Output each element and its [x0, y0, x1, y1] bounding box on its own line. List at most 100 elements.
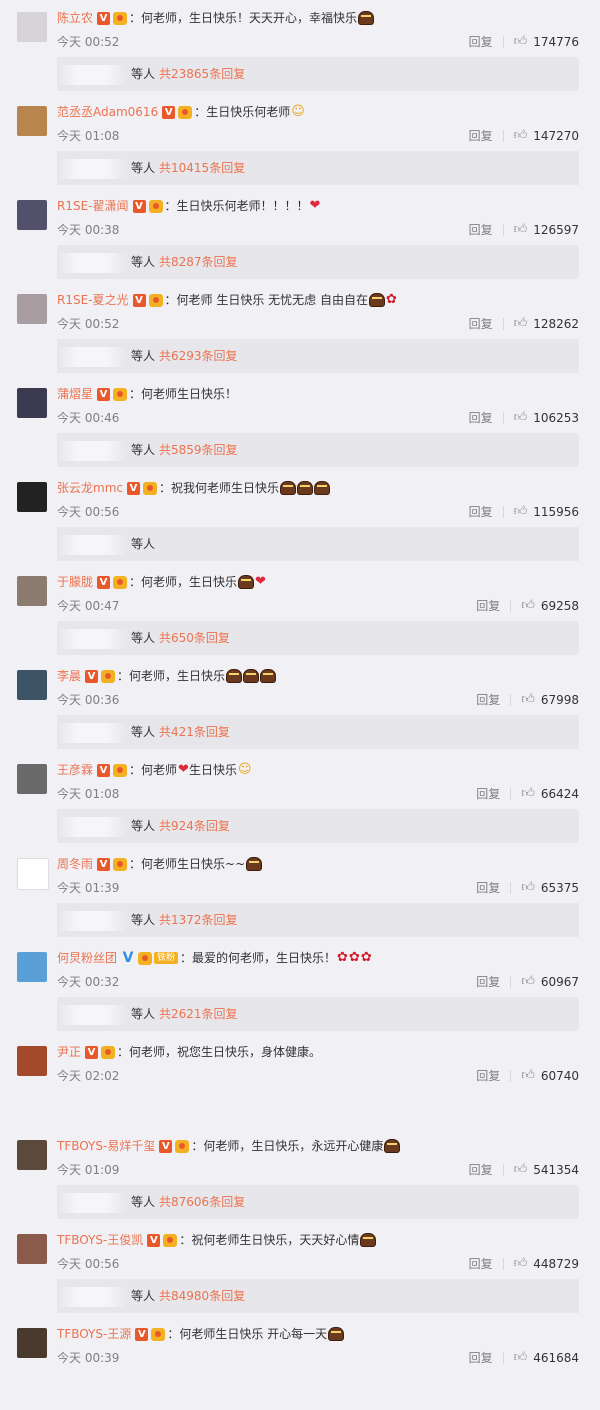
- total-replies-link[interactable]: 共924条回复: [159, 819, 230, 833]
- total-replies-link[interactable]: 共84980条回复: [159, 1289, 245, 1303]
- member-crown-icon: [113, 387, 128, 401]
- reply-button[interactable]: 回复: [469, 315, 493, 332]
- total-replies-link[interactable]: 共421条回复: [159, 725, 230, 739]
- blurred-replier-names: [57, 1286, 127, 1307]
- total-replies-link[interactable]: 共1372条回复: [159, 913, 238, 927]
- comment-actions: 回复 👍︎ 461684: [469, 1349, 579, 1366]
- reply-button[interactable]: 回复: [476, 597, 500, 614]
- like-thumb-icon[interactable]: 👍︎: [521, 598, 535, 613]
- reply-summary-bar[interactable]: 等人 共650条回复: [57, 621, 579, 655]
- reply-summary-bar[interactable]: 等人 共8287条回复: [57, 245, 579, 279]
- like-thumb-icon[interactable]: 👍︎: [521, 1068, 535, 1083]
- like-thumb-icon[interactable]: 👍︎: [514, 1350, 528, 1365]
- total-replies-link[interactable]: 共2621条回复: [159, 1007, 238, 1021]
- total-replies-link[interactable]: 共6293条回复: [159, 349, 238, 363]
- comment-actions: 回复 👍︎ 60740: [476, 1067, 579, 1084]
- reply-summary-bar[interactable]: 等人 共1372条回复: [57, 903, 579, 937]
- verified-icon: V: [132, 293, 146, 307]
- username-link[interactable]: 何炅粉丝团: [57, 949, 117, 967]
- user-avatar[interactable]: [17, 858, 49, 890]
- user-avatar[interactable]: [17, 576, 47, 606]
- reply-summary-bar[interactable]: 等人 共5859条回复: [57, 433, 579, 467]
- username-link[interactable]: 于朦胧: [57, 573, 93, 591]
- reply-summary-bar[interactable]: 等人 共10415条回复: [57, 151, 579, 185]
- user-avatar[interactable]: [17, 106, 47, 136]
- like-thumb-icon[interactable]: 👍︎: [521, 880, 535, 895]
- user-avatar[interactable]: [17, 200, 47, 230]
- user-avatar[interactable]: [17, 670, 47, 700]
- user-avatar[interactable]: [17, 294, 47, 324]
- username-link[interactable]: 李晨: [57, 667, 81, 685]
- member-crown-icon: [175, 1139, 190, 1153]
- reply-button[interactable]: 回复: [469, 127, 493, 144]
- like-thumb-icon[interactable]: 👍︎: [514, 34, 528, 49]
- username-link[interactable]: TFBOYS-易烊千玺: [57, 1137, 155, 1155]
- user-avatar[interactable]: [17, 952, 47, 982]
- total-replies-link[interactable]: 共87606条回复: [159, 1195, 245, 1209]
- user-avatar[interactable]: [17, 482, 47, 512]
- like-thumb-icon[interactable]: 👍︎: [514, 128, 528, 143]
- total-replies-link[interactable]: 共5859条回复: [159, 443, 238, 457]
- user-avatar[interactable]: [17, 12, 47, 42]
- reply-button[interactable]: 回复: [476, 973, 500, 990]
- like-thumb-icon[interactable]: 👍︎: [514, 410, 528, 425]
- like-thumb-icon[interactable]: 👍︎: [514, 1162, 528, 1177]
- reply-button[interactable]: 回复: [476, 691, 500, 708]
- comment-item: TFBOYS-王源 V ：何老师生日快乐 开心每一天 今天 00:39 回复 👍︎ 4616…: [0, 1316, 600, 1410]
- reply-button[interactable]: 回复: [476, 879, 500, 896]
- username-link[interactable]: 陈立农: [57, 9, 93, 27]
- username-link[interactable]: TFBOYS-王源: [57, 1325, 131, 1343]
- total-replies-link[interactable]: 共23865条回复: [159, 67, 245, 81]
- like-count: 126597: [533, 222, 579, 237]
- reply-summary-bar[interactable]: 等人 共2621条回复: [57, 997, 579, 1031]
- username-link[interactable]: 范丞丞Adam0616: [57, 103, 158, 121]
- reply-summary-bar[interactable]: 等人: [57, 527, 579, 561]
- comment-item: 尹正 V ：何老师，祝您生日快乐，身体健康。 今天 02:02 回复 👍︎ 60740: [0, 1034, 600, 1128]
- user-avatar[interactable]: [17, 1046, 47, 1076]
- username-link[interactable]: 王彦霖: [57, 761, 93, 779]
- blurred-replier-names: [57, 910, 127, 931]
- reply-button[interactable]: 回复: [469, 1161, 493, 1178]
- user-avatar[interactable]: [17, 1234, 47, 1264]
- like-thumb-icon[interactable]: 👍︎: [521, 786, 535, 801]
- reply-summary-bar[interactable]: 等人 共421条回复: [57, 715, 579, 749]
- username-link[interactable]: 周冬雨: [57, 855, 93, 873]
- comment-actions: 回复 👍︎ 147270: [469, 127, 579, 144]
- user-avatar[interactable]: [17, 388, 47, 418]
- username-link[interactable]: 张云龙mmc: [57, 479, 123, 497]
- user-avatar[interactable]: [17, 764, 47, 794]
- reply-button[interactable]: 回复: [469, 221, 493, 238]
- reply-summary-bar[interactable]: 等人 共23865条回复: [57, 57, 579, 91]
- reply-button[interactable]: 回复: [469, 409, 493, 426]
- reply-button[interactable]: 回复: [476, 1067, 500, 1084]
- reply-summary-bar[interactable]: 等人 共84980条回复: [57, 1279, 579, 1313]
- like-thumb-icon[interactable]: 👍︎: [514, 316, 528, 331]
- reply-button[interactable]: 回复: [469, 33, 493, 50]
- reply-button[interactable]: 回复: [476, 785, 500, 802]
- user-avatar[interactable]: [17, 1140, 47, 1170]
- like-thumb-icon[interactable]: 👍︎: [521, 692, 535, 707]
- comment-header: TFBOYS-王源 V ：何老师生日快乐 开心每一天: [57, 1325, 345, 1343]
- username-link[interactable]: R1SE-翟潇闻: [57, 197, 129, 215]
- like-thumb-icon[interactable]: 👍︎: [514, 504, 528, 519]
- reply-summary-bar[interactable]: 等人 共87606条回复: [57, 1185, 579, 1219]
- username-link[interactable]: TFBOYS-王俊凯: [57, 1231, 143, 1249]
- reply-button[interactable]: 回复: [469, 1349, 493, 1366]
- blurred-replier-names: [57, 346, 127, 367]
- reply-summary-bar[interactable]: 等人 共924条回复: [57, 809, 579, 843]
- username-link[interactable]: R1SE-夏之光: [57, 291, 129, 309]
- like-thumb-icon[interactable]: 👍︎: [514, 1256, 528, 1271]
- like-thumb-icon[interactable]: 👍︎: [514, 222, 528, 237]
- reply-summary-bar[interactable]: 等人 共6293条回复: [57, 339, 579, 373]
- user-avatar[interactable]: [17, 1328, 47, 1358]
- reply-button[interactable]: 回复: [469, 503, 493, 520]
- total-replies-link[interactable]: 共650条回复: [159, 631, 230, 645]
- comment-item: TFBOYS-王俊凯 V ：祝何老师生日快乐，天天好心情 今天 00:56 回复 👍︎ 44…: [0, 1222, 600, 1316]
- fan-badge: 铁粉: [154, 952, 179, 964]
- total-replies-link[interactable]: 共10415条回复: [159, 161, 245, 175]
- username-link[interactable]: 尹正: [57, 1043, 81, 1061]
- username-link[interactable]: 蒲熠星: [57, 385, 93, 403]
- total-replies-link[interactable]: 共8287条回复: [159, 255, 238, 269]
- reply-button[interactable]: 回复: [469, 1255, 493, 1272]
- like-thumb-icon[interactable]: 👍︎: [521, 974, 535, 989]
